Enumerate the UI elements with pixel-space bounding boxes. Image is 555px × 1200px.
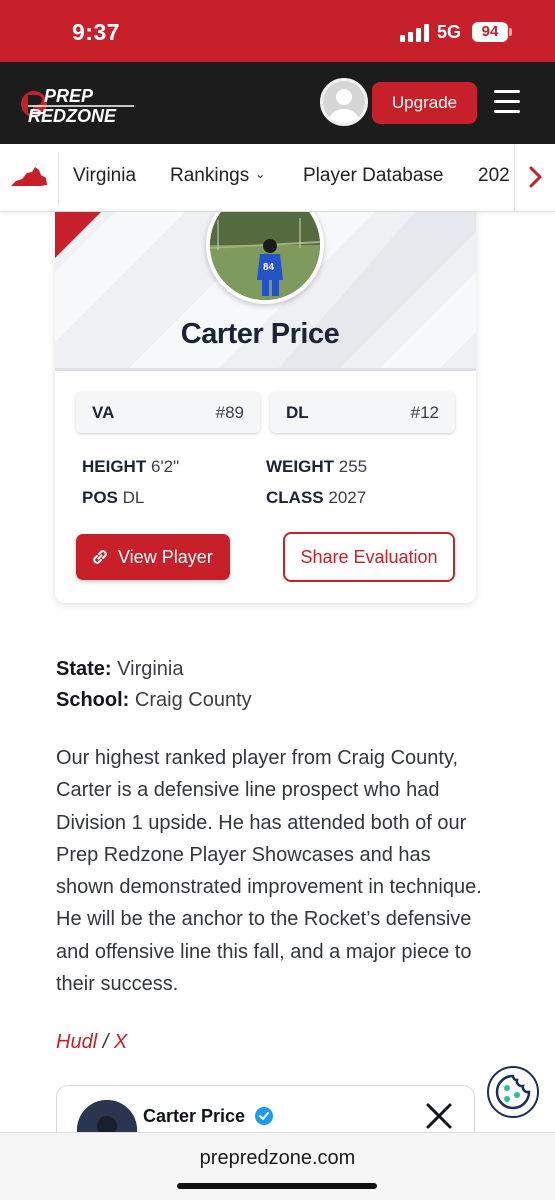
logo-text-bottom: REDZONE: [28, 106, 117, 126]
status-bar: 9:37 5G 94: [0, 0, 555, 62]
pos-value: DL: [122, 488, 145, 507]
link-separator: /: [102, 1031, 109, 1053]
height-value: 6'2": [150, 457, 180, 476]
weight-value: 255: [338, 457, 368, 476]
weight-stat: WEIGHT 255: [266, 457, 367, 477]
hamburger-menu-icon[interactable]: [494, 90, 522, 116]
nav-item-rankings[interactable]: Rankings ⌄: [170, 165, 265, 187]
school-info: School: Craig County: [56, 689, 252, 712]
nav-item-player-database[interactable]: Player Database: [303, 165, 443, 187]
state-info: State: Virginia: [56, 658, 183, 681]
battery-tip: [509, 28, 512, 36]
signal-icon: [400, 24, 430, 42]
prep-redzone-logo[interactable]: PREP REDZONE: [20, 82, 138, 126]
nav-item-rankings-label: Rankings: [170, 165, 250, 186]
hudl-link[interactable]: Hudl: [56, 1031, 97, 1053]
nav-item-virginia[interactable]: Virginia: [73, 165, 136, 187]
social-links: Hudl / X: [56, 1031, 127, 1054]
state-info-label: State:: [56, 658, 112, 680]
x-link[interactable]: X: [114, 1031, 127, 1053]
player-evaluation-text: Our highest ranked player from Craig Cou…: [56, 747, 482, 996]
pos-stat: POS DL: [82, 488, 144, 508]
view-player-label: View Player: [118, 547, 213, 567]
url-text[interactable]: prepredzone.com: [0, 1147, 555, 1170]
chevron-down-icon: ⌄: [255, 167, 266, 181]
player-card: 84 Carter Price VA #89 DL #12 HEIGHT 6'2…: [55, 212, 476, 603]
view-player-button[interactable]: View Player: [76, 534, 230, 580]
verified-badge-icon: [255, 1107, 273, 1125]
nav-scroll-right-button[interactable]: [514, 144, 555, 211]
state-nav-bar: Virginia Rankings ⌄ Player Database 202: [0, 144, 555, 212]
cookie-icon: [495, 1074, 531, 1110]
chevron-right-icon: [529, 166, 542, 188]
player-name: Carter Price: [180, 318, 340, 350]
battery-icon: 94: [472, 22, 508, 42]
class-label: CLASS: [266, 488, 324, 507]
logo-text-top: PREP: [44, 86, 94, 106]
position-rank-box: DL #12: [270, 392, 455, 433]
x-logo-icon[interactable]: [425, 1102, 453, 1130]
status-time: 9:37: [72, 19, 121, 45]
class-value: 2027: [328, 488, 367, 507]
nav-item-year[interactable]: 202: [478, 165, 510, 187]
tweet-author-name[interactable]: Carter Price: [143, 1106, 245, 1127]
state-rank-value: #89: [215, 403, 244, 422]
school-info-value: Craig County: [134, 689, 252, 711]
weight-label: WEIGHT: [266, 457, 334, 476]
nav-divider: [58, 152, 59, 204]
share-evaluation-button[interactable]: Share Evaluation: [283, 532, 455, 582]
cookie-settings-icon[interactable]: [487, 1066, 539, 1118]
pos-label: POS: [82, 488, 118, 507]
school-info-label: School:: [56, 689, 130, 711]
home-indicator[interactable]: [177, 1183, 377, 1189]
network-type: 5G: [437, 22, 462, 42]
class-stat: CLASS 2027: [266, 488, 366, 508]
state-info-value: Virginia: [117, 658, 184, 680]
hero-divider: [55, 368, 476, 371]
position-rank-value: #12: [410, 403, 439, 422]
position-rank-label: DL: [286, 403, 309, 422]
user-avatar[interactable]: [320, 78, 368, 126]
upgrade-button[interactable]: Upgrade: [372, 82, 477, 124]
height-stat: HEIGHT 6'2": [82, 457, 179, 477]
state-rank-label: VA: [92, 403, 115, 422]
browser-url-bar[interactable]: prepredzone.com: [0, 1132, 555, 1200]
virginia-state-icon[interactable]: [10, 166, 48, 188]
player-photo-image: 84: [210, 212, 320, 300]
link-icon: [93, 550, 107, 564]
player-card-hero: 84 Carter Price: [55, 212, 476, 370]
height-label: HEIGHT: [82, 457, 147, 476]
state-rank-box: VA #89: [76, 392, 260, 433]
photo-jersey-number: 84: [263, 262, 275, 273]
avatar-person-icon: [328, 89, 360, 123]
